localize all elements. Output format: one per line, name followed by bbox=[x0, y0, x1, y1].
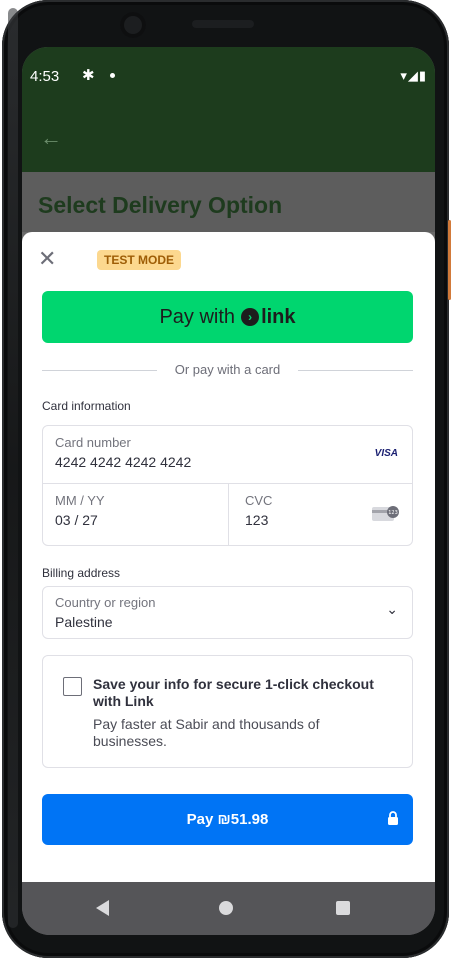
billing-address-label: Billing address bbox=[42, 566, 121, 580]
expiry-value: 03 / 27 bbox=[55, 512, 98, 528]
app-bar: ← bbox=[22, 89, 435, 172]
card-number-field[interactable]: Card number 4242 4242 4242 4242 VISA bbox=[43, 426, 412, 484]
pay-with-link-button[interactable]: Pay with › link bbox=[42, 291, 413, 343]
save-info-description: Pay faster at Sabir and thousands of bus… bbox=[93, 716, 320, 749]
link-button-prefix: Pay with bbox=[159, 305, 236, 328]
status-time: 4:53 bbox=[30, 68, 60, 85]
signal-battery-icons: ▾◢▮ bbox=[400, 68, 427, 83]
card-information-label: Card information bbox=[42, 399, 131, 413]
pay-button-label: Pay ₪51.98 bbox=[186, 811, 269, 828]
back-arrow-icon[interactable]: ← bbox=[40, 125, 62, 151]
divider-line bbox=[298, 370, 413, 371]
or-divider: Or pay with a card bbox=[42, 362, 413, 378]
settings-gear-icon: ✱ bbox=[82, 67, 95, 84]
background-page-header: Select Delivery Option bbox=[22, 172, 435, 232]
android-nav-bar bbox=[22, 882, 435, 935]
speaker-grille bbox=[192, 20, 254, 28]
cvc-field[interactable]: CVC 123 123 bbox=[229, 484, 412, 545]
cvc-card-icon: 123 bbox=[372, 506, 399, 521]
cvc-placeholder: CVC bbox=[245, 493, 273, 508]
link-arrow-icon: › bbox=[241, 308, 260, 326]
payment-sheet: ✕ TEST MODE Pay with › link Or pay with … bbox=[22, 232, 435, 882]
expiry-placeholder: MM / YY bbox=[55, 493, 105, 508]
lock-icon bbox=[388, 811, 398, 825]
chevron-down-icon: ⌄ bbox=[386, 601, 398, 617]
test-mode-badge: TEST MODE bbox=[97, 250, 182, 270]
country-placeholder: Country or region bbox=[55, 595, 156, 610]
cvc-value: 123 bbox=[245, 512, 269, 528]
country-value: Palestine bbox=[55, 614, 113, 630]
svg-text:123: 123 bbox=[388, 510, 398, 516]
notification-dot-icon bbox=[110, 73, 115, 78]
link-brand-text: link bbox=[261, 305, 296, 328]
card-number-value: 4242 4242 4242 4242 bbox=[55, 454, 192, 470]
country-select[interactable]: Country or region Palestine ⌄ bbox=[42, 586, 413, 639]
link-logo: › link bbox=[241, 305, 296, 329]
camera-icon bbox=[120, 12, 146, 38]
pay-button[interactable]: Pay ₪51.98 bbox=[42, 794, 413, 845]
nav-recents-icon[interactable] bbox=[336, 901, 350, 915]
close-icon[interactable]: ✕ bbox=[38, 248, 56, 270]
expiry-field[interactable]: MM / YY 03 / 27 bbox=[43, 484, 229, 545]
nav-back-icon[interactable] bbox=[96, 900, 109, 916]
save-info-checkbox[interactable] bbox=[63, 677, 82, 696]
device-screen: 4:53 ✱ ▾◢▮ ← Select Delivery Option ✕ TE… bbox=[22, 47, 435, 935]
bezel-shine bbox=[8, 8, 18, 928]
save-info-box: Save your info for secure 1-click checko… bbox=[42, 655, 413, 768]
visa-brand-icon: VISA bbox=[374, 448, 398, 459]
status-bar: 4:53 ✱ ▾◢▮ bbox=[22, 47, 435, 89]
card-number-placeholder: Card number bbox=[55, 435, 131, 450]
nav-home-icon[interactable] bbox=[219, 901, 233, 915]
card-information-box: Card number 4242 4242 4242 4242 VISA MM … bbox=[42, 425, 413, 546]
page-title: Select Delivery Option bbox=[38, 192, 283, 218]
save-info-title: Save your info for secure 1-click checko… bbox=[93, 676, 374, 709]
